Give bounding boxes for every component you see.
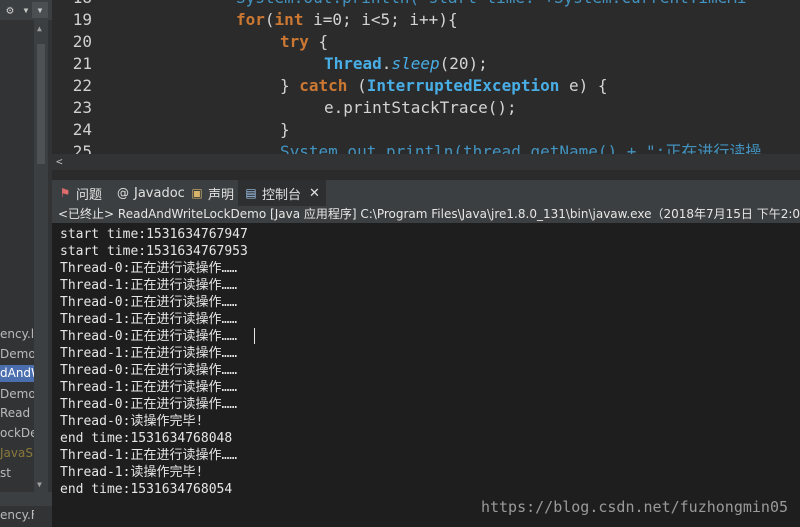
keyword: try [280,32,309,51]
line-number: 24 [72,120,92,139]
code-line-24: } [280,120,290,139]
console-line: Thread-0:读操作完毕! [60,414,204,429]
code-editor[interactable]: 18 19 20 21 22 23 24 25 System.out.print… [52,0,800,170]
tab-javadoc[interactable]: @ Javadoc [116,180,185,206]
console-process-header: <已终止> ReadAndWriteLockDemo [Java 应用程序] C… [52,206,800,223]
console-line: Thread-0:正在进行读操作…… [60,363,238,378]
console-line: start time:1531634767947 [60,227,248,242]
tree-item[interactable]: ency.F [0,507,34,524]
tree-item[interactable]: Read [0,405,34,422]
class-name: Thread [324,54,382,73]
code-text: ( [347,76,367,95]
line-number: 20 [72,32,92,51]
code-text: { [308,32,329,51]
tab-console[interactable]: ▤ 控制台 ✕ [238,180,326,206]
keyword: for [236,10,265,29]
explorer-horizontal-scrollbar[interactable] [0,492,52,506]
line-number: 23 [72,98,92,117]
code-text: e) { [559,76,608,95]
console-line: end time:1531634768048 [60,431,233,446]
method-name: sleep [391,54,440,73]
console-icon: ▤ [245,186,257,200]
console-line: Thread-0:正在进行读操作…… [60,329,238,344]
scroll-up-icon[interactable]: ▲ [37,24,42,33]
scroll-thumb[interactable] [37,44,45,164]
line-number: 21 [72,54,92,73]
scroll-left-icon[interactable]: < [56,155,63,168]
problems-icon: ⚑ [59,186,71,200]
tree-item-selected[interactable]: dAndW [0,365,34,382]
code-line-18: System.out.println("start time:"+System.… [236,0,747,9]
keyword: int [274,10,304,29]
tab-label: 控制台 [262,187,302,203]
console-line: Thread-1:正在进行读操作…… [60,346,238,361]
code-line-23: e.printStackTrace(); [324,98,517,117]
line-number: 18 [52,0,92,9]
tree-item[interactable]: ency.l [0,326,34,343]
tree-item[interactable]: JavaS [0,445,34,462]
gear-icon[interactable]: ⚙ [2,2,18,18]
console-line: start time:1531634767953 [60,244,248,259]
close-icon[interactable]: ✕ [309,186,320,201]
at-icon: @ [117,186,129,200]
tabbar-spacer [52,170,800,180]
code-line-19: for(int i=0; i<5; i++){ [236,10,458,29]
tree-item[interactable]: st [0,465,34,482]
console-line: Thread-1:正在进行读操作…… [60,278,238,293]
console-line: Thread-0:正在进行读操作…… [60,295,238,310]
console-line: Thread-1:读操作完毕! [60,465,204,480]
tab-label: 声明 [208,187,235,203]
console-line: Thread-1:正在进行读操作…… [60,380,238,395]
console-line: Thread-1:正在进行读操作…… [60,448,238,463]
console-line: Thread-1:正在进行读操作…… [60,312,238,327]
views-tab-bar: ⚑ 问题 @ Javadoc ▣ 声明 ▤ 控制台 ✕ [52,170,800,206]
class-name: InterruptedException [366,76,560,95]
line-number: 19 [72,10,92,29]
code-text: i=0; i<5; i++){ [303,10,458,29]
scroll-down-icon[interactable]: ▼ [37,480,42,489]
code-line-22: } catch (InterruptedException e) { [280,75,608,97]
explorer-vertical-scrollbar[interactable]: ▲ ▼ [34,20,48,492]
code-text: . [381,54,392,73]
tab-label: Javadoc [134,185,185,201]
watermark: https://blog.csdn.net/fuzhongmin05 [480,498,788,516]
tab-declaration[interactable]: ▣ 声明 [190,180,234,206]
code-text: (20); [439,54,488,73]
line-number: 22 [72,76,92,95]
view-menu-icon[interactable]: ▾ [32,2,48,18]
explorer-toolbar: ⚙ ▾ ▾ [0,0,52,20]
line-number-gutter: 18 19 20 21 22 23 24 25 [52,0,96,161]
tab-label: 问题 [76,187,103,203]
code-line-20: try { [280,31,328,53]
code-text: } [280,76,300,95]
editor-horizontal-scrollbar[interactable]: < [52,154,800,170]
keyword: catch [299,76,348,95]
console-line: Thread-0:正在进行读操作…… [60,397,238,412]
tree-item[interactable]: ockDe [0,425,34,442]
code-line-21: Thread.sleep(20); [324,53,488,75]
text-cursor [254,328,255,344]
tree-item[interactable]: Demo [0,346,34,363]
tab-problems[interactable]: ⚑ 问题 [58,180,102,206]
console-output[interactable]: <已终止> ReadAndWriteLockDemo [Java 应用程序] C… [52,206,800,527]
console-line: end time:1531634768054 [60,482,233,497]
declaration-icon: ▣ [191,186,203,200]
package-explorer-panel: ⚙ ▾ ▾ ency.l Demo dAndW Demo Read ockDe … [0,0,52,527]
console-line: Thread-0:正在进行读操作…… [60,261,238,276]
tree-item[interactable]: Demo [0,386,34,403]
